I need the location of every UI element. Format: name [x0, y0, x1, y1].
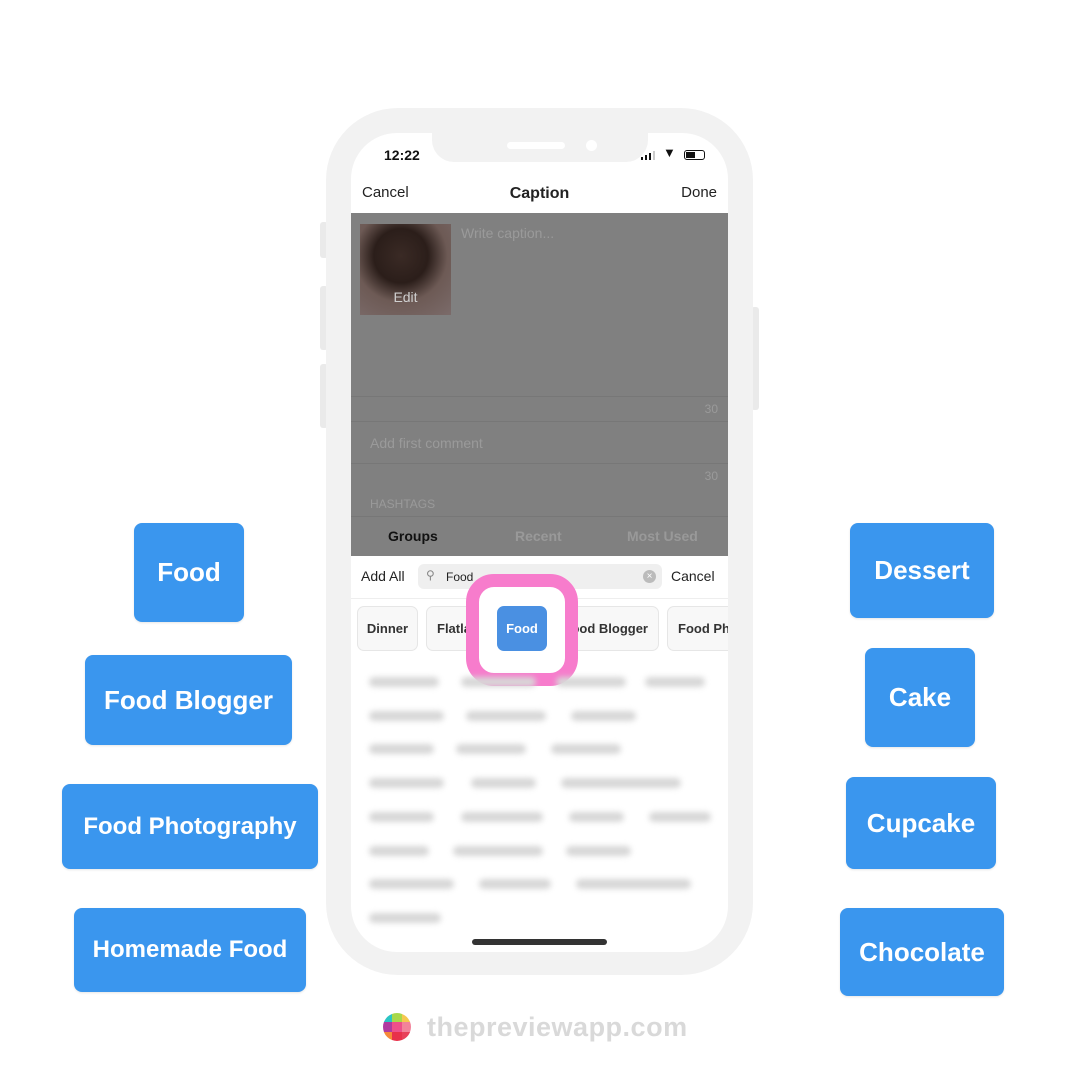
- tag-cake: Cake: [865, 648, 975, 747]
- tab-recent[interactable]: Recent: [515, 528, 562, 544]
- comment-count: 30: [704, 469, 718, 483]
- brand-url: thepreviewapp.com: [427, 1012, 688, 1042]
- chip-dinner[interactable]: Dinner: [357, 606, 418, 651]
- chip-food-selected[interactable]: Food: [497, 606, 547, 651]
- done-button[interactable]: Done: [681, 184, 717, 201]
- first-comment-input[interactable]: Add first comment: [370, 435, 483, 451]
- page-title: Caption: [509, 185, 570, 202]
- tag-homemade-food: Homemade Food: [74, 908, 306, 992]
- post-thumbnail[interactable]: Edit: [360, 224, 451, 315]
- home-indicator: [472, 939, 607, 945]
- phone-screen: 12:22 ▼ Cancel Caption Done Edit Write c…: [351, 133, 728, 952]
- search-icon: ⚲: [426, 568, 435, 582]
- signal-icon: [641, 150, 657, 160]
- tab-most-used[interactable]: Most Used: [627, 528, 698, 544]
- battery-icon: [684, 150, 705, 160]
- clear-icon[interactable]: ×: [643, 570, 656, 583]
- notch: [432, 133, 648, 162]
- caption-count: 30: [704, 402, 718, 416]
- search-value: Food: [446, 570, 474, 584]
- wifi-icon: ▼: [663, 145, 676, 160]
- hashtags-label: HASHTAGS: [370, 497, 436, 511]
- status-time: 12:22: [384, 147, 420, 163]
- tag-food-photography: Food Photography: [62, 784, 318, 869]
- brand-logo-icon: [383, 1013, 411, 1041]
- tab-groups[interactable]: Groups: [388, 528, 438, 544]
- tag-food: Food: [134, 523, 244, 622]
- search-cancel-button[interactable]: Cancel: [671, 568, 715, 584]
- tag-cupcake: Cupcake: [846, 777, 996, 869]
- caption-input[interactable]: Write caption...: [461, 225, 554, 241]
- dim-overlay: Edit Write caption... 30 Add first comme…: [351, 213, 728, 556]
- tag-dessert: Dessert: [850, 523, 994, 618]
- add-all-button[interactable]: Add All: [361, 568, 405, 584]
- chip-food-photography[interactable]: Food Ph: [667, 606, 728, 651]
- tag-food-blogger: Food Blogger: [85, 655, 292, 745]
- tag-chocolate: Chocolate: [840, 908, 1004, 996]
- edit-label[interactable]: Edit: [360, 289, 451, 305]
